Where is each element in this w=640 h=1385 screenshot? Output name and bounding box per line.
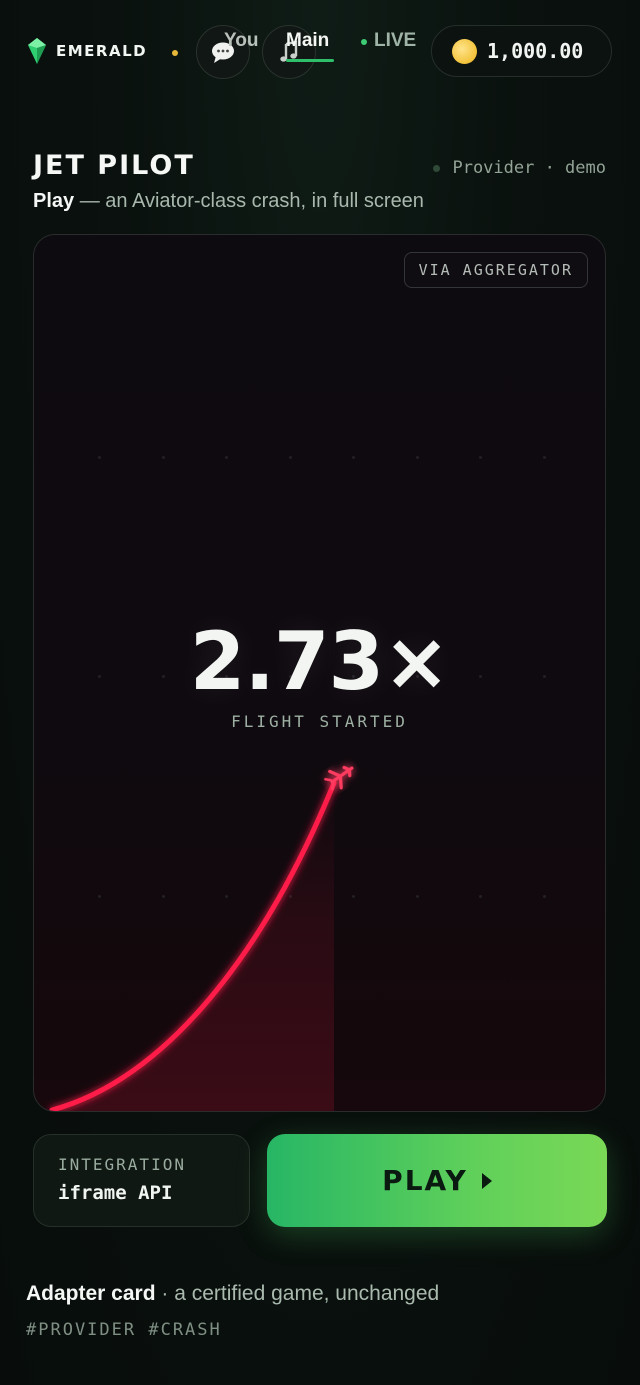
brand-name: EMERALD: [56, 42, 148, 60]
balance-pill[interactable]: 1,000.00: [431, 25, 612, 77]
tags: #PROVIDER #CRASH: [26, 1320, 222, 1340]
balance-value: 1,000.00: [487, 39, 584, 63]
brand-separator-dot: [172, 50, 178, 56]
nav-active-indicator: [286, 59, 334, 62]
nav-you[interactable]: You: [224, 30, 258, 52]
emerald-logo-icon: [28, 38, 46, 64]
plane-icon: [324, 765, 354, 791]
integration-label: INTEGRATION: [58, 1155, 186, 1174]
play-label: PLAY: [382, 1164, 468, 1197]
flight-status: FLIGHT STARTED: [231, 712, 408, 731]
integration-value: iframe API: [58, 1182, 173, 1204]
integration-card: INTEGRATION iframe API: [33, 1134, 250, 1227]
multiplier-value: 2.73×: [189, 615, 450, 708]
subtitle-strong: Play: [33, 190, 75, 212]
coin-icon: [452, 38, 477, 64]
live-dot: [361, 39, 367, 45]
brand[interactable]: EMERALD: [28, 38, 147, 64]
provider-text: Provider · demo: [452, 158, 606, 178]
subtitle-rest: — an Aviator-class crash, in full screen: [74, 190, 424, 212]
card-title-rest: · a certified game, unchanged: [155, 1282, 440, 1305]
adapter-card-title: Adapter card · a certified game, unchang…: [26, 1282, 439, 1306]
provider-dot: [433, 164, 441, 172]
game-subtitle: Play — an Aviator-class crash, in full s…: [33, 190, 424, 213]
game-title: JET PILOT: [33, 150, 195, 181]
play-button[interactable]: PLAY: [267, 1134, 607, 1227]
provider-label: Provider · demo: [433, 158, 606, 178]
nav-main[interactable]: Main: [286, 30, 329, 52]
nav-live[interactable]: LIVE: [374, 30, 416, 52]
via-aggregator-badge: VIA AGGREGATOR: [403, 252, 588, 288]
play-arrow-icon: [481, 1172, 492, 1189]
card-title-strong: Adapter card: [26, 1282, 156, 1305]
game-frame[interactable]: VIA AGGREGATOR 2.73× FLIGHT STARTED: [33, 234, 606, 1112]
flight-curve-fill: [52, 783, 334, 1111]
